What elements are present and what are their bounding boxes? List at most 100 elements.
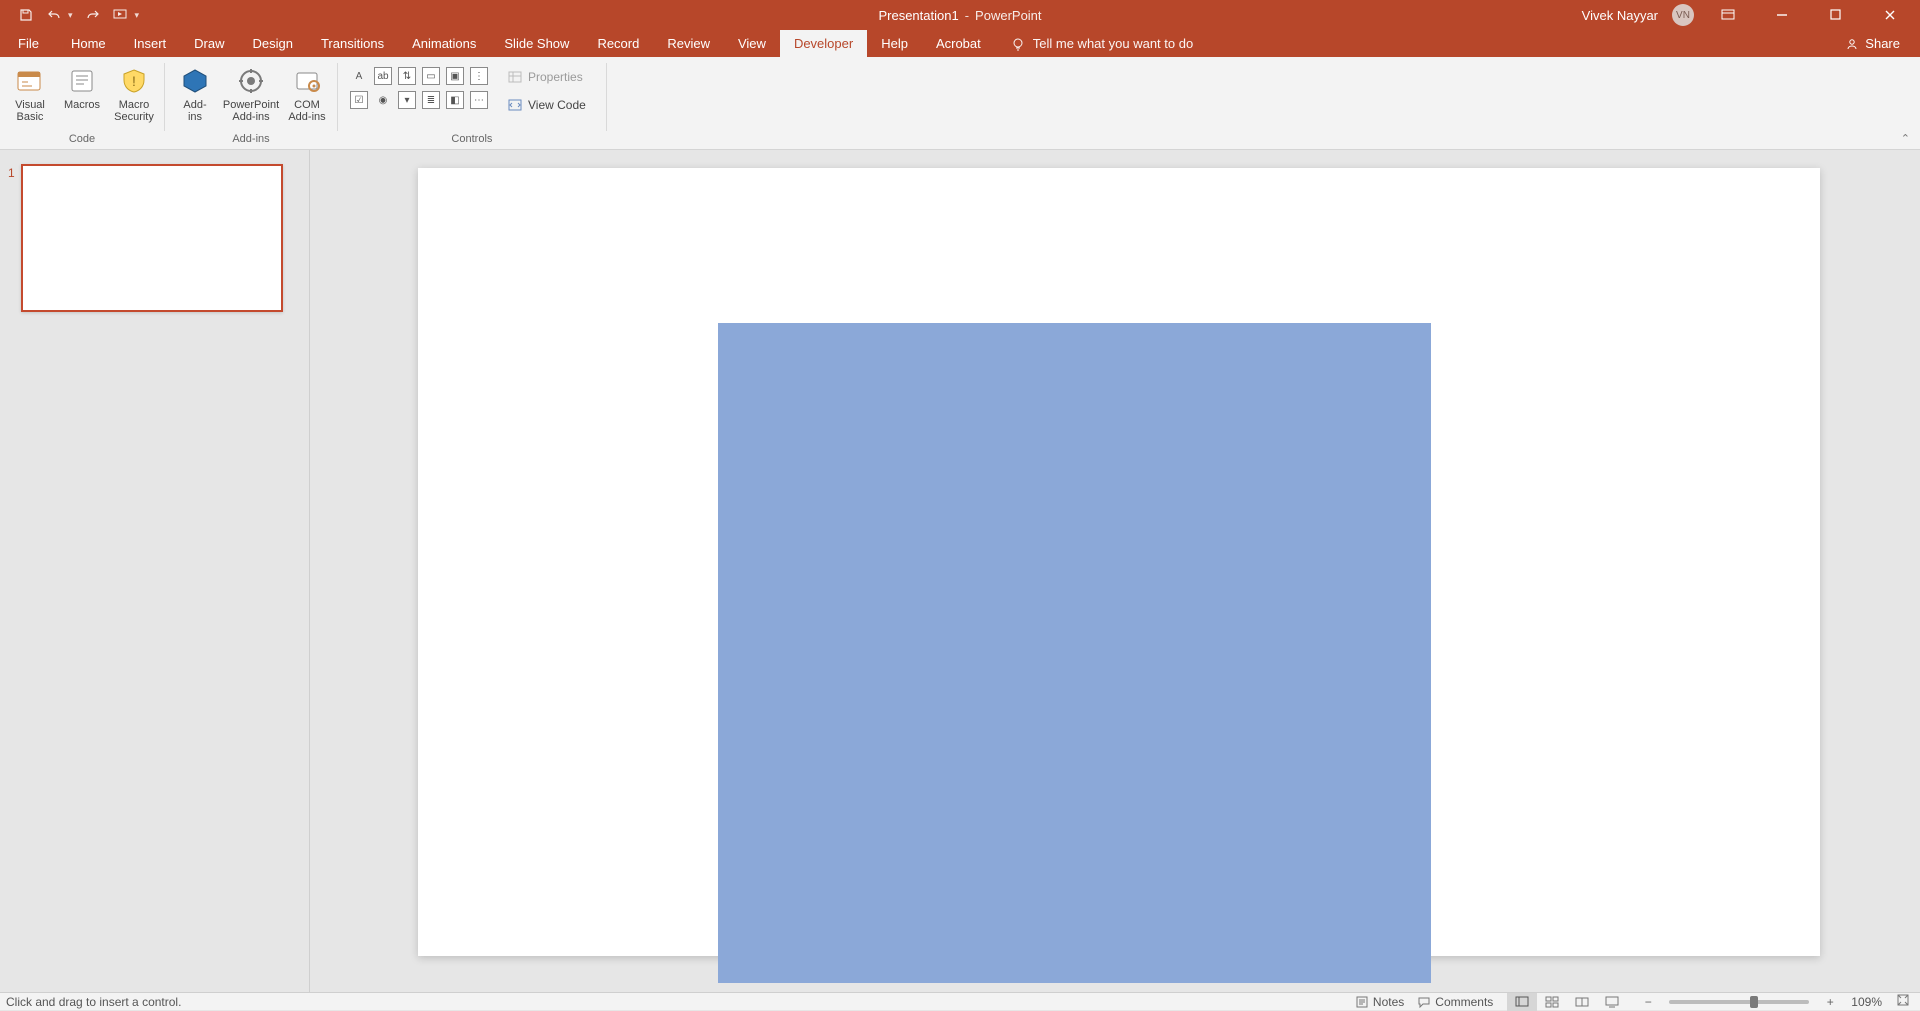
- notes-button[interactable]: Notes: [1356, 995, 1404, 1009]
- zoom-slider[interactable]: [1669, 1000, 1809, 1004]
- group-addins-label: Add-ins: [232, 133, 269, 147]
- window-title: Presentation1-PowerPoint: [878, 8, 1041, 23]
- comments-button[interactable]: Comments: [1418, 995, 1493, 1009]
- zoom-value[interactable]: 109%: [1851, 995, 1882, 1009]
- comments-icon: [1418, 996, 1430, 1008]
- powerpoint-addins-button[interactable]: PowerPoint Add-ins: [223, 63, 279, 123]
- redo-icon[interactable]: [85, 7, 101, 23]
- powerpoint-addins-icon: [235, 65, 267, 97]
- tab-draw[interactable]: Draw: [180, 30, 238, 57]
- tab-acrobat[interactable]: Acrobat: [922, 30, 995, 57]
- slideshow-view-icon[interactable]: [1597, 993, 1627, 1011]
- zoom-thumb[interactable]: [1750, 996, 1758, 1008]
- toggle-button-control-icon[interactable]: ◧: [446, 91, 464, 109]
- tab-view[interactable]: View: [724, 30, 780, 57]
- group-controls-label: Controls: [451, 133, 492, 147]
- notes-label: Notes: [1373, 995, 1404, 1009]
- app-name: PowerPoint: [975, 8, 1041, 23]
- zoom-in-icon[interactable]: +: [1823, 995, 1837, 1009]
- checkbox-control-icon[interactable]: ☑: [350, 91, 368, 109]
- view-code-button[interactable]: View Code: [502, 95, 592, 115]
- group-code-label: Code: [69, 133, 95, 147]
- title-bar: ▾ ▾ Presentation1-PowerPoint Vivek Nayya…: [0, 0, 1920, 30]
- slide-canvas[interactable]: [418, 168, 1820, 956]
- lightbulb-icon: [1011, 37, 1025, 51]
- visual-basic-button[interactable]: Visual Basic: [6, 63, 54, 123]
- close-icon[interactable]: [1870, 0, 1910, 30]
- tab-review[interactable]: Review: [653, 30, 724, 57]
- status-bar: Click and drag to insert a control. Note…: [0, 992, 1920, 1010]
- addins-label: Add- ins: [183, 99, 206, 123]
- macros-label: Macros: [64, 99, 100, 111]
- fit-to-window-icon[interactable]: [1896, 994, 1910, 1009]
- tab-insert[interactable]: Insert: [120, 30, 181, 57]
- collapse-ribbon-icon[interactable]: ⌃: [1901, 132, 1910, 145]
- macro-security-icon: !: [118, 65, 150, 97]
- selection-rectangle: [718, 323, 1431, 983]
- undo-icon[interactable]: [46, 7, 62, 23]
- spin-control-icon[interactable]: ⇅: [398, 67, 416, 85]
- properties-icon: [508, 70, 522, 84]
- ribbon-display-options-icon[interactable]: [1708, 0, 1748, 30]
- addins-icon: [179, 65, 211, 97]
- avatar[interactable]: VN: [1672, 4, 1694, 26]
- group-separator: [606, 63, 607, 131]
- properties-label: Properties: [528, 70, 583, 84]
- reading-view-icon[interactable]: [1567, 993, 1597, 1011]
- properties-button: Properties: [502, 67, 592, 87]
- macro-security-button[interactable]: ! Macro Security: [110, 63, 158, 123]
- more-controls-icon[interactable]: ⋯: [470, 91, 488, 109]
- undo-dropdown-icon[interactable]: ▾: [68, 10, 73, 21]
- notes-icon: [1356, 996, 1368, 1008]
- svg-text:!: !: [132, 73, 136, 89]
- minimize-icon[interactable]: [1762, 0, 1802, 30]
- controls-palette: A ab ⇅ ▭ ▣ ⋮ ☑ ◉ ▾ ≣ ◧ ⋯: [344, 63, 492, 109]
- save-icon[interactable]: [18, 7, 34, 23]
- listbox-control-icon[interactable]: ≣: [422, 91, 440, 109]
- share-label: Share: [1865, 36, 1900, 51]
- tab-transitions[interactable]: Transitions: [307, 30, 398, 57]
- zoom-out-icon[interactable]: −: [1641, 995, 1655, 1009]
- ribbon-tabs: File Home Insert Draw Design Transitions…: [0, 30, 1920, 57]
- visual-basic-icon: [14, 65, 46, 97]
- scrollbar-control-icon[interactable]: ⋮: [470, 67, 488, 85]
- option-button-control-icon[interactable]: ◉: [374, 91, 392, 109]
- slide-thumbnail-pane[interactable]: 1: [0, 150, 310, 992]
- macro-security-label: Macro Security: [114, 99, 154, 123]
- image-control-icon[interactable]: ▣: [446, 67, 464, 85]
- tab-slide-show[interactable]: Slide Show: [490, 30, 583, 57]
- tab-design[interactable]: Design: [239, 30, 307, 57]
- powerpoint-addins-label: PowerPoint Add-ins: [223, 99, 279, 123]
- macros-button[interactable]: Macros: [58, 63, 106, 111]
- qat-customize-icon[interactable]: ▾: [135, 10, 140, 21]
- slide-editor[interactable]: [310, 150, 1920, 992]
- tab-record[interactable]: Record: [583, 30, 653, 57]
- normal-view-icon[interactable]: [1507, 993, 1537, 1011]
- tab-home[interactable]: Home: [57, 30, 120, 57]
- share-button[interactable]: Share: [1825, 30, 1920, 57]
- document-name: Presentation1: [878, 8, 958, 23]
- slide-number: 1: [8, 164, 15, 180]
- user-name[interactable]: Vivek Nayyar: [1582, 8, 1658, 23]
- tab-file[interactable]: File: [0, 30, 57, 57]
- com-addins-button[interactable]: COM Add-ins: [283, 63, 331, 123]
- label-control-icon[interactable]: A: [350, 67, 368, 85]
- com-addins-icon: [291, 65, 323, 97]
- tell-me-search[interactable]: Tell me what you want to do: [995, 30, 1209, 57]
- combobox-control-icon[interactable]: ▾: [398, 91, 416, 109]
- tab-developer[interactable]: Developer: [780, 30, 867, 57]
- addins-button[interactable]: Add- ins: [171, 63, 219, 123]
- maximize-icon[interactable]: [1816, 0, 1856, 30]
- tab-help[interactable]: Help: [867, 30, 922, 57]
- slide-thumbnail-1[interactable]: [21, 164, 283, 312]
- start-from-beginning-icon[interactable]: [113, 7, 129, 23]
- work-area: 1: [0, 150, 1920, 992]
- command-button-control-icon[interactable]: ▭: [422, 67, 440, 85]
- view-buttons: [1507, 993, 1627, 1011]
- slide-sorter-view-icon[interactable]: [1537, 993, 1567, 1011]
- visual-basic-label: Visual Basic: [15, 99, 45, 123]
- tab-animations[interactable]: Animations: [398, 30, 490, 57]
- comments-label: Comments: [1435, 995, 1493, 1009]
- textbox-control-icon[interactable]: ab: [374, 67, 392, 85]
- group-controls: A ab ⇅ ▭ ▣ ⋮ ☑ ◉ ▾ ≣ ◧ ⋯: [338, 57, 606, 149]
